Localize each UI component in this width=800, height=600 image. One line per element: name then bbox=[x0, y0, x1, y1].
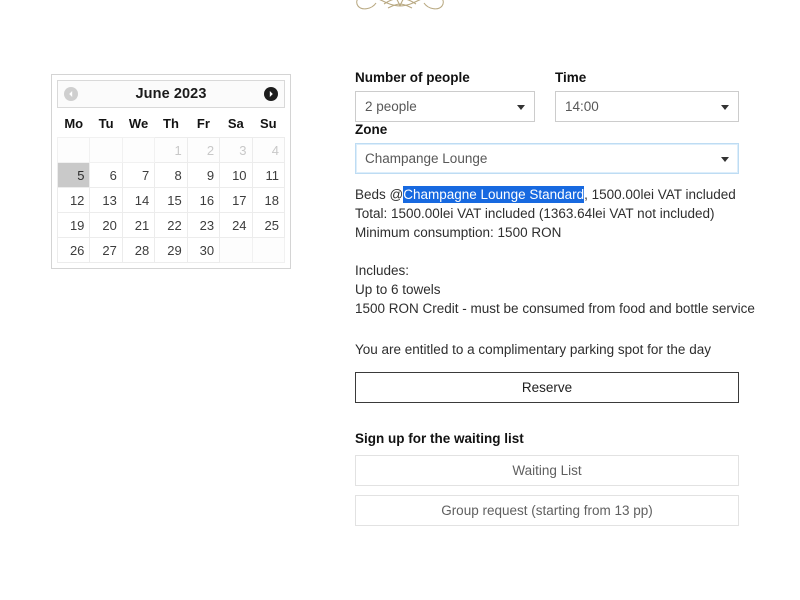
number-of-people-value: 2 people bbox=[365, 99, 417, 114]
calendar-day-empty bbox=[89, 137, 123, 163]
date-picker-calendar[interactable]: June 2023 Mo Tu We Th Fr Sa Su 1 2 3 4 5 6 7 8 9 10 11 12… bbox=[51, 74, 291, 269]
calendar-day-13[interactable]: 13 bbox=[89, 187, 123, 213]
people-time-row: Number of people 2 people Time 14:00 bbox=[355, 70, 739, 122]
chevron-down-icon bbox=[517, 104, 525, 110]
calendar-day-23[interactable]: 23 bbox=[186, 212, 221, 238]
chevron-left-icon bbox=[69, 91, 73, 97]
calendar-header: June 2023 bbox=[57, 80, 285, 108]
beds-prefix: Beds @ bbox=[355, 187, 404, 202]
calendar-weekday-tu: Tu bbox=[98, 116, 114, 131]
calendar-day-29[interactable]: 29 bbox=[154, 237, 188, 263]
floral-ornament-icon bbox=[356, 0, 444, 10]
calendar-body: 1 2 3 4 5 6 7 8 9 10 11 12 13 14 15 16 17 18 19 20 21 22 23 24 2… bbox=[56, 137, 286, 263]
beds-suffix: , 1500.00lei VAT included bbox=[584, 187, 736, 202]
time-value: 14:00 bbox=[565, 99, 599, 114]
includes-towels: Up to 6 towels bbox=[355, 282, 441, 297]
calendar-day-empty bbox=[251, 237, 286, 263]
group-request-button[interactable]: Group request (starting from 13 pp) bbox=[355, 495, 739, 526]
calendar-day-15[interactable]: 15 bbox=[154, 187, 188, 213]
waiting-list-section-title: Sign up for the waiting list bbox=[355, 431, 524, 446]
calendar-week-row: 12 13 14 15 16 17 18 bbox=[56, 187, 286, 213]
calendar-weekday-fr: Fr bbox=[196, 116, 210, 131]
calendar-weekday-su: Su bbox=[259, 116, 277, 131]
total-line: Total: 1500.00lei VAT included (1363.64l… bbox=[355, 206, 715, 221]
calendar-day-16[interactable]: 16 bbox=[186, 187, 221, 213]
calendar-prev-month-button[interactable] bbox=[64, 87, 78, 101]
calendar-day-18[interactable]: 18 bbox=[251, 187, 286, 213]
pricing-info: Beds @Champagne Lounge Standard, 1500.00… bbox=[355, 185, 755, 318]
selected-text-highlight: Champagne Lounge Standard bbox=[403, 186, 585, 203]
field-time: Time 14:00 bbox=[555, 70, 739, 122]
includes-credit: 1500 RON Credit - must be consumed from … bbox=[355, 301, 755, 316]
booking-form: Number of people 2 people Time 14:00 Zon… bbox=[355, 70, 755, 526]
calendar-week-row: 26 27 28 29 30 bbox=[56, 237, 286, 263]
calendar-week-row: 19 20 21 22 23 24 25 bbox=[56, 212, 286, 238]
calendar-day-25[interactable]: 25 bbox=[251, 212, 286, 238]
calendar-day-6[interactable]: 6 bbox=[89, 162, 123, 188]
calendar-day-21[interactable]: 21 bbox=[121, 212, 156, 238]
calendar-day-24[interactable]: 24 bbox=[219, 212, 253, 238]
label-zone: Zone bbox=[355, 122, 388, 137]
includes-title: Includes: bbox=[355, 263, 410, 278]
label-time: Time bbox=[555, 70, 587, 85]
calendar-week-row: 1234 bbox=[56, 137, 286, 163]
waiting-list-button[interactable]: Waiting List bbox=[355, 455, 739, 486]
beds-line: Beds @Champagne Lounge Standard, 1500.00… bbox=[355, 185, 739, 204]
calendar-day-7[interactable]: 7 bbox=[121, 162, 156, 188]
calendar-day-empty bbox=[219, 237, 253, 263]
calendar-month-title: June 2023 bbox=[135, 86, 207, 102]
calendar-weekday-we: We bbox=[128, 116, 149, 131]
calendar-weekday-header-row: Mo Tu We Th Fr Sa Su bbox=[58, 112, 285, 138]
calendar-day-empty bbox=[56, 137, 91, 163]
calendar-weekday-sa: Sa bbox=[227, 116, 244, 131]
calendar-day-empty bbox=[121, 137, 156, 163]
calendar-weekday-mo: Mo bbox=[64, 116, 84, 131]
calendar-week-row: 5 6 7 8 9 10 11 bbox=[56, 162, 286, 188]
field-number-of-people: Number of people 2 people bbox=[355, 70, 535, 122]
time-select[interactable]: 14:00 bbox=[555, 91, 739, 122]
calendar-day-19[interactable]: 19 bbox=[56, 212, 91, 238]
number-of-people-select[interactable]: 2 people bbox=[355, 91, 535, 122]
calendar-day-30[interactable]: 30 bbox=[186, 237, 221, 263]
calendar-day-27[interactable]: 27 bbox=[89, 237, 123, 263]
calendar-day-20[interactable]: 20 bbox=[89, 212, 123, 238]
field-zone: Zone Champange Lounge bbox=[355, 122, 739, 174]
calendar-day-14[interactable]: 14 bbox=[121, 187, 156, 213]
header-ornament-container bbox=[0, 0, 800, 22]
calendar-day-28[interactable]: 28 bbox=[121, 237, 156, 263]
chevron-down-icon bbox=[721, 156, 729, 162]
calendar-day-12[interactable]: 12 bbox=[56, 187, 91, 213]
calendar-next-month-button[interactable] bbox=[264, 87, 278, 101]
calendar-day-10[interactable]: 10 bbox=[219, 162, 253, 188]
chevron-down-icon bbox=[721, 104, 729, 110]
booking-page: June 2023 Mo Tu We Th Fr Sa Su 1 2 3 4 5 6 7 8 9 10 11 12… bbox=[0, 0, 800, 600]
calendar-day-11[interactable]: 11 bbox=[251, 162, 286, 188]
calendar-day-1: 1 bbox=[154, 137, 188, 163]
minimum-consumption-line: Minimum consumption: 1500 RON bbox=[355, 225, 562, 240]
calendar-day-2: 2 bbox=[186, 137, 221, 163]
zone-value: Champange Lounge bbox=[365, 151, 488, 166]
calendar-day-4: 4 bbox=[251, 137, 286, 163]
chevron-right-icon bbox=[269, 91, 273, 97]
calendar-day-8[interactable]: 8 bbox=[154, 162, 188, 188]
calendar-grid: Mo Tu We Th Fr Sa Su 1 2 3 4 5 6 7 8 9 10 11 12 13 14 15 16 17… bbox=[56, 112, 286, 263]
calendar-day-17[interactable]: 17 bbox=[219, 187, 253, 213]
calendar-day-3: 3 bbox=[219, 137, 253, 163]
zone-select[interactable]: Champange Lounge bbox=[355, 143, 739, 174]
parking-note: You are entitled to a complimentary park… bbox=[355, 342, 711, 357]
reserve-button[interactable]: Reserve bbox=[355, 372, 739, 403]
calendar-weekday-th: Th bbox=[163, 116, 179, 131]
calendar-day-9[interactable]: 9 bbox=[186, 162, 221, 188]
calendar-day-5[interactable]: 5 bbox=[56, 162, 91, 188]
calendar-day-26[interactable]: 26 bbox=[56, 237, 91, 263]
label-number-of-people: Number of people bbox=[355, 70, 470, 85]
calendar-day-22[interactable]: 22 bbox=[154, 212, 188, 238]
